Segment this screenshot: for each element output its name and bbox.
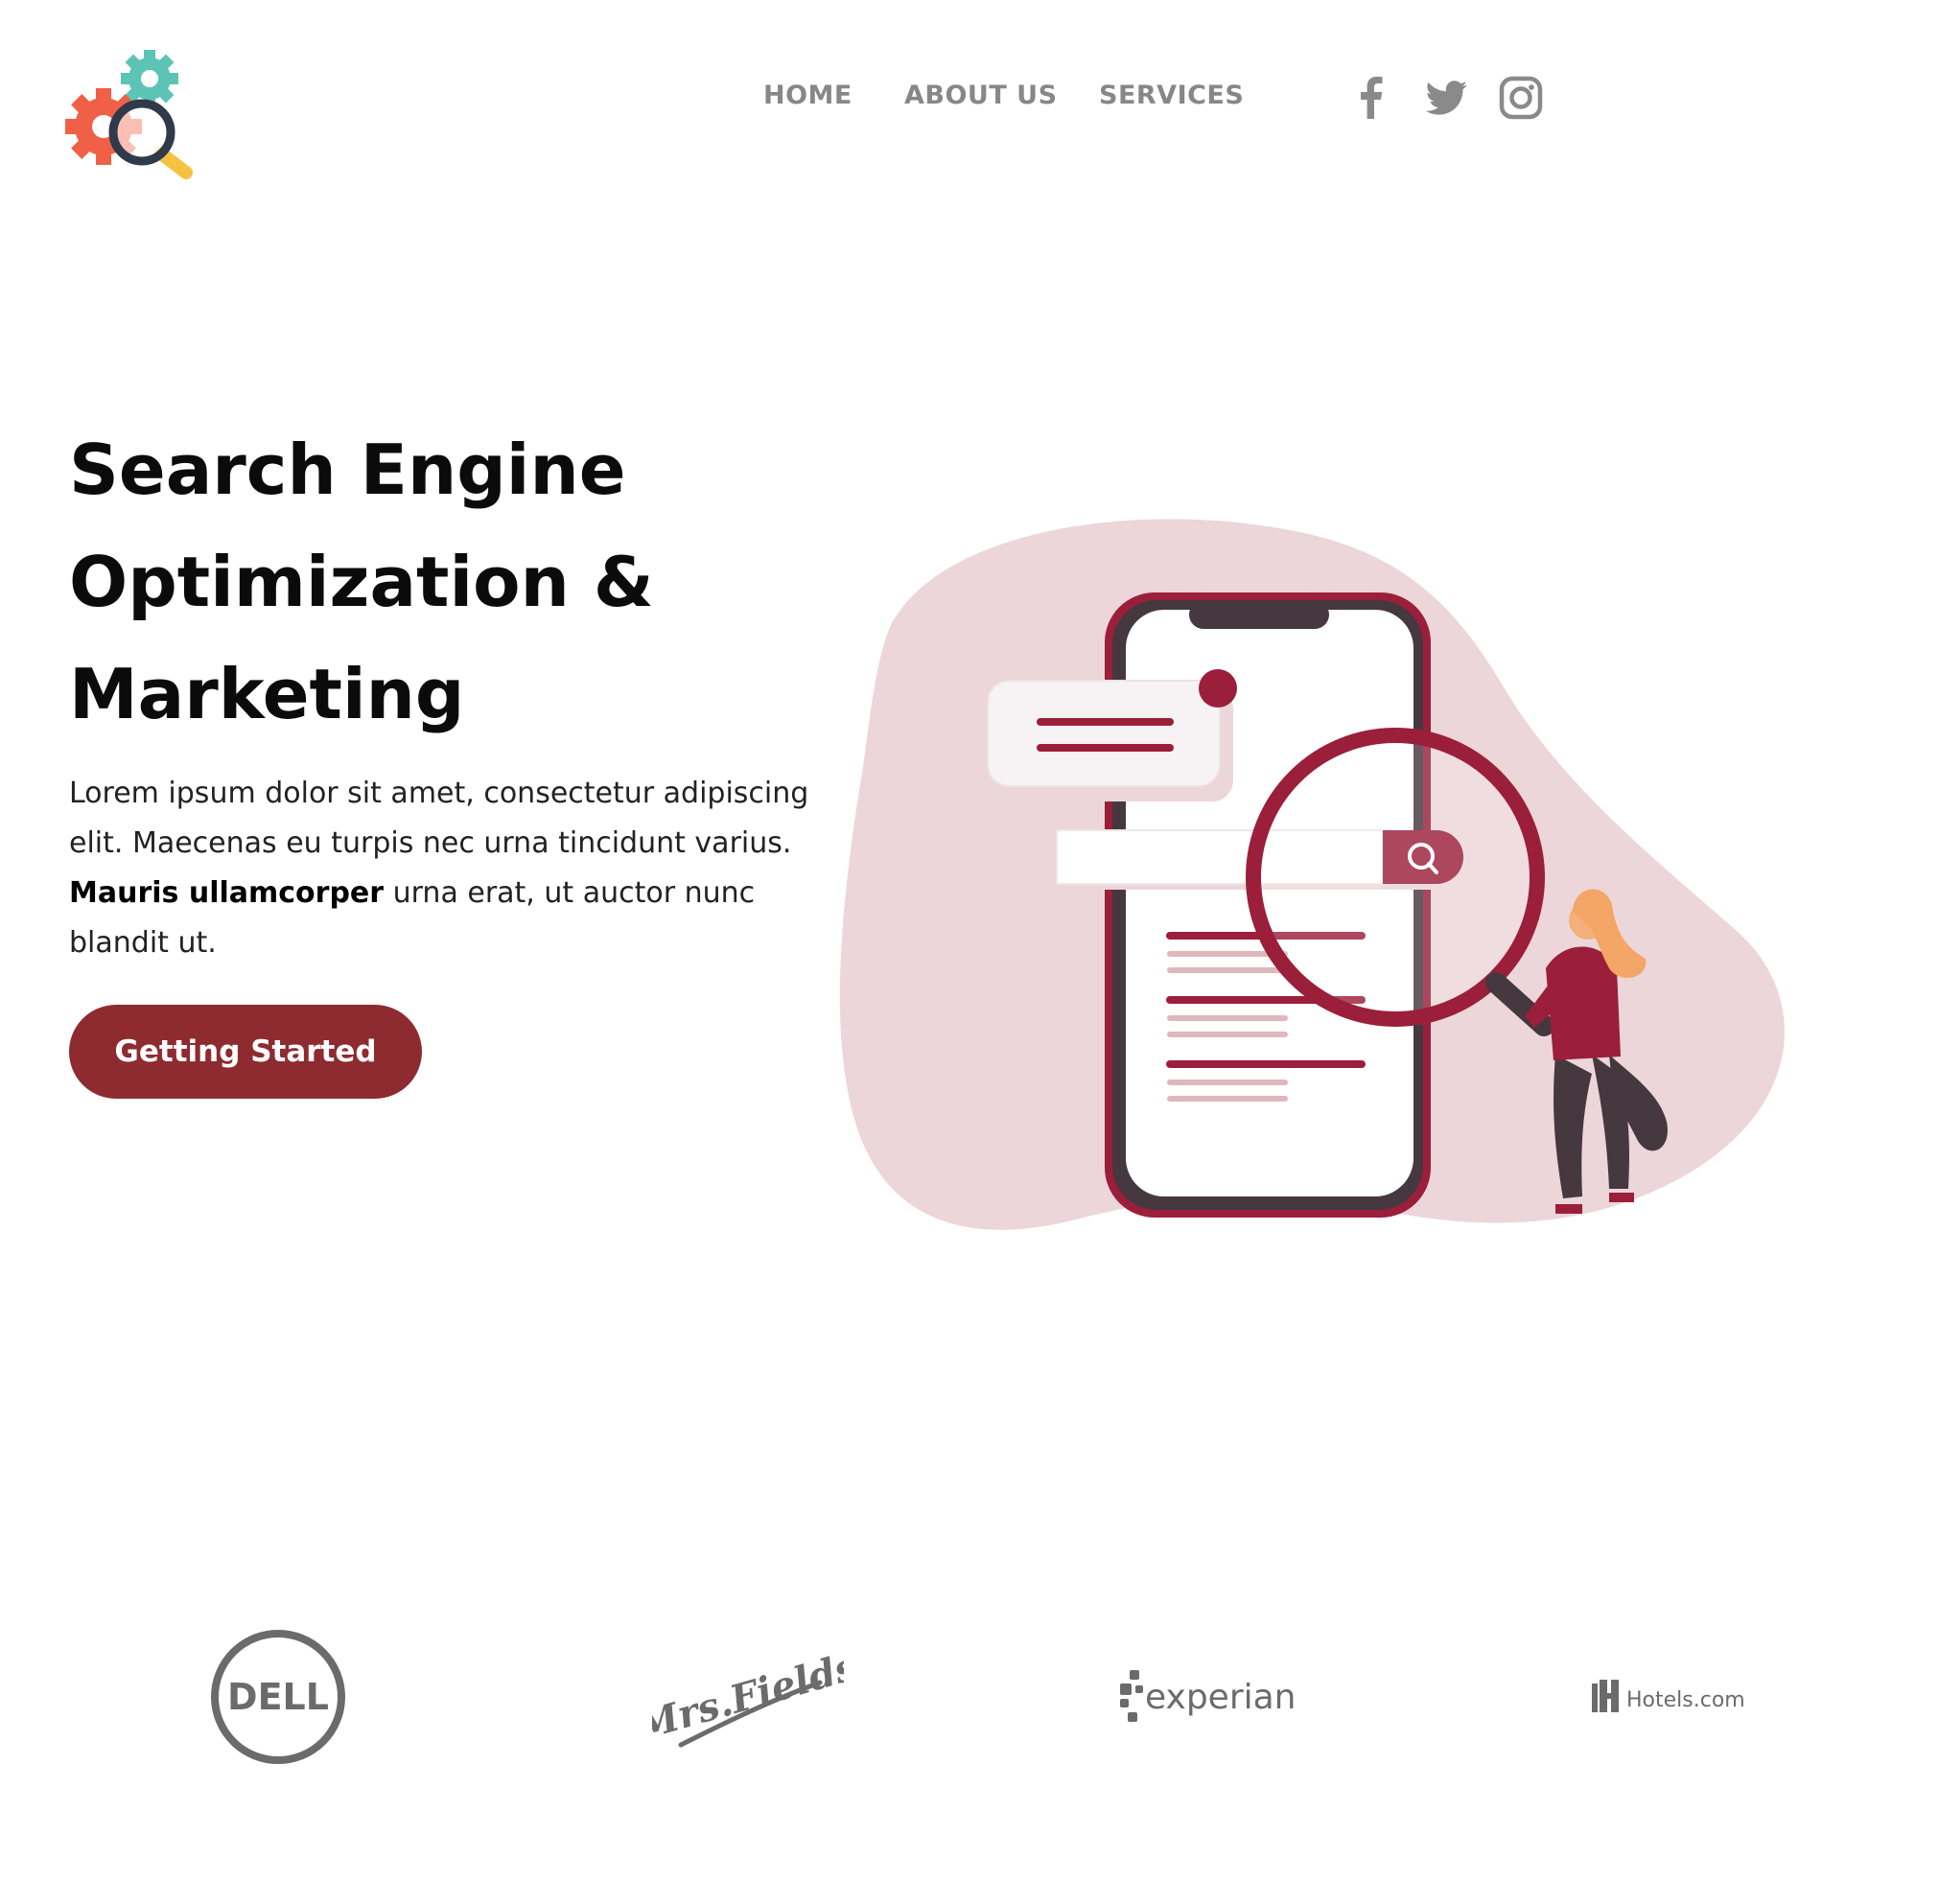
facebook-icon	[1361, 77, 1383, 119]
hero-text-bold: Mauris ullamcorper	[69, 876, 385, 910]
gears-magnifier-logo-icon	[65, 50, 193, 179]
hotels-logo-icon: Hotels.com	[1592, 1680, 1745, 1712]
brand-dell-logo: DELL	[192, 1620, 364, 1774]
site-logo[interactable]	[63, 48, 207, 192]
experian-logo-icon: experian	[1120, 1670, 1297, 1722]
getting-started-button[interactable]: Getting Started	[69, 1005, 422, 1099]
seo-search-illustration-icon	[839, 519, 1785, 1230]
nav-home[interactable]: HOME	[763, 81, 853, 110]
hotels-logo-text: Hotels.com	[1626, 1688, 1745, 1712]
mrsfields-logo-text: Mrs.Fields	[652, 1644, 844, 1751]
facebook-link[interactable]	[1348, 75, 1394, 121]
hero-title-line: Search Engine	[69, 430, 626, 510]
seo-illustration	[834, 518, 1812, 1265]
experian-logo-text: experian	[1145, 1678, 1297, 1717]
nav-about-us[interactable]: ABOUT US	[904, 81, 1058, 110]
dell-logo-icon: DELL	[211, 1630, 345, 1764]
nav-services[interactable]: SERVICES	[1099, 81, 1244, 110]
mrsfields-logo-icon: Mrs.Fields	[652, 1644, 844, 1751]
main-nav: HOME ABOUT US SERVICES	[0, 81, 1939, 119]
brand-hotels-logo: Hotels.com	[1582, 1620, 1774, 1774]
instagram-link[interactable]	[1498, 75, 1544, 121]
hero-title: Search Engine Optimization & Marketing	[69, 414, 798, 751]
dell-logo-text: DELL	[227, 1676, 329, 1718]
hero-text-part: Lorem ipsum dolor sit amet, consectetur …	[69, 777, 809, 860]
hero-description: Lorem ipsum dolor sit amet, consectetur …	[69, 769, 836, 968]
hero-title-line: Marketing	[69, 654, 465, 734]
twitter-icon	[1425, 81, 1467, 115]
brand-mrsfields-logo: Mrs.Fields	[642, 1620, 853, 1774]
hero-title-line: Optimization &	[69, 542, 654, 622]
instagram-icon	[1499, 76, 1543, 120]
brand-experian-logo: experian	[1112, 1620, 1304, 1774]
twitter-link[interactable]	[1423, 75, 1469, 121]
